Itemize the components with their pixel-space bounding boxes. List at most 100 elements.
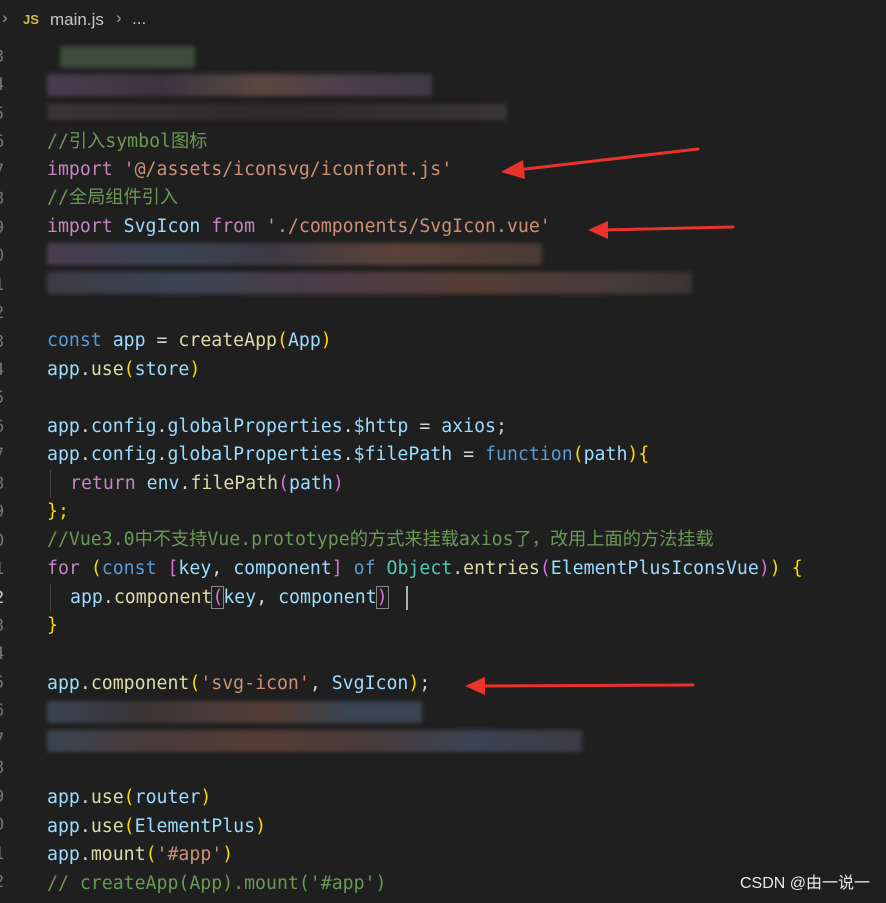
line-number-gutter: 345678901234567890123456789012 [0, 44, 14, 903]
js-file-icon: JS [23, 12, 39, 27]
property: globalProperties [167, 416, 343, 437]
code-line: // createApp(App).mount('#app') [47, 870, 386, 898]
identifier: component [233, 558, 332, 579]
identifier: axios [441, 416, 496, 437]
identifier: app [47, 673, 80, 694]
line-number: 1 [0, 840, 14, 868]
string: './components/SvgIcon.vue' [266, 216, 551, 237]
line-number: 7 [0, 441, 14, 469]
brace: { [791, 558, 803, 579]
identifier: app [47, 844, 80, 865]
line-number: 2 [0, 868, 14, 896]
line-number: 2 [0, 299, 14, 327]
code-line: app.config.globalProperties.$filePath = … [47, 444, 650, 465]
line-number: 5 [0, 100, 14, 128]
identifier: env [146, 473, 180, 494]
line-number: 1 [0, 555, 14, 583]
identifier: path [583, 444, 628, 465]
line-number: 2 [0, 584, 14, 612]
identifier: app [47, 816, 80, 837]
function-name: createApp [178, 330, 277, 351]
brace: }; [47, 501, 69, 522]
punctuation: ; [495, 416, 507, 437]
keyword: const [101, 558, 157, 579]
comment: //全局组件引入 [47, 187, 179, 208]
code-line: //Vue3.0中不支持Vue.prototype的方式来挂载axios了，改用… [47, 526, 714, 554]
function-name: component [90, 673, 190, 694]
function-name: use [90, 816, 124, 837]
code-line: for (const [key, component] of Object.en… [47, 558, 803, 579]
keyword: const [47, 330, 102, 351]
code-line: } [47, 612, 58, 640]
property: globalProperties [167, 444, 343, 465]
blurred-code [47, 243, 542, 265]
code-line: return env.filePath(path) [70, 473, 344, 494]
identifier: router [134, 787, 201, 808]
line-number: 9 [0, 498, 14, 526]
identifier: app [112, 330, 146, 351]
chevron-right-icon: › [116, 8, 122, 27]
brace: { [638, 444, 650, 465]
breadcrumb-file[interactable]: main.js [50, 10, 104, 30]
csdn-watermark: CSDN @由一说一 [739, 875, 870, 892]
identifier: app [47, 787, 80, 808]
property: $http [353, 416, 409, 437]
keyword: import [47, 216, 113, 237]
code-editor[interactable]: 345678901234567890123456789012 //引入symbo… [0, 44, 886, 903]
line-number: 4 [0, 356, 14, 384]
code-line: app.config.globalProperties.$http = axio… [47, 416, 507, 437]
text-cursor [406, 586, 408, 610]
line-number: 1 [0, 271, 14, 299]
line-number: 0 [0, 811, 14, 839]
annotation-arrow [501, 147, 700, 179]
operator: = [156, 330, 168, 351]
keyword: for [47, 558, 80, 579]
punctuation: ; [419, 673, 431, 694]
indent-guide [50, 470, 51, 498]
line-number: 0 [0, 527, 14, 555]
line-number: 8 [0, 754, 14, 782]
line-number: 8 [0, 470, 14, 498]
keyword: import [47, 159, 113, 180]
blurred-code [47, 104, 507, 120]
indent-guide [50, 584, 51, 612]
operator: = [463, 444, 475, 465]
blurred-code [47, 701, 422, 723]
line-number: 0 [0, 242, 14, 270]
line-number: 5 [0, 669, 14, 697]
identifier: key [223, 587, 257, 608]
line-number: 7 [0, 726, 14, 754]
line-number: 7 [0, 157, 14, 185]
identifier: key [178, 558, 212, 579]
line-number: 6 [0, 413, 14, 441]
identifier: path [289, 473, 333, 494]
chevron-right-icon: › [2, 8, 8, 27]
identifier: ElementPlusIconsVue [550, 558, 759, 579]
identifier: ElementPlus [134, 816, 256, 837]
identifier: app [47, 359, 80, 380]
string: 'svg-icon' [200, 673, 310, 694]
property: config [90, 444, 157, 465]
function-name: filePath [190, 473, 279, 494]
line-number: 9 [0, 783, 14, 811]
keyword: from [211, 216, 256, 237]
operator: = [419, 416, 431, 437]
blurred-code [60, 46, 195, 68]
identifier: SvgIcon [123, 216, 201, 237]
code-line: //全局组件引入 [47, 184, 178, 212]
code-line: app.component(key, component) [70, 586, 389, 609]
line-number: 5 [0, 384, 14, 412]
identifier: SvgIcon [331, 673, 409, 694]
string: '@/assets/iconsvg/iconfont.js' [123, 159, 453, 180]
blurred-code [47, 730, 582, 752]
line-number: 4 [0, 71, 14, 99]
keyword: function [485, 444, 573, 465]
function-name: mount [90, 844, 146, 865]
code-line: const app = createApp(App) [47, 330, 332, 351]
identifier: store [134, 359, 190, 380]
function-name: use [90, 787, 124, 808]
keyword: of [353, 558, 376, 579]
blurred-code [47, 272, 692, 294]
breadcrumb-more[interactable]: ... [132, 9, 146, 29]
line-number: 8 [0, 185, 14, 213]
